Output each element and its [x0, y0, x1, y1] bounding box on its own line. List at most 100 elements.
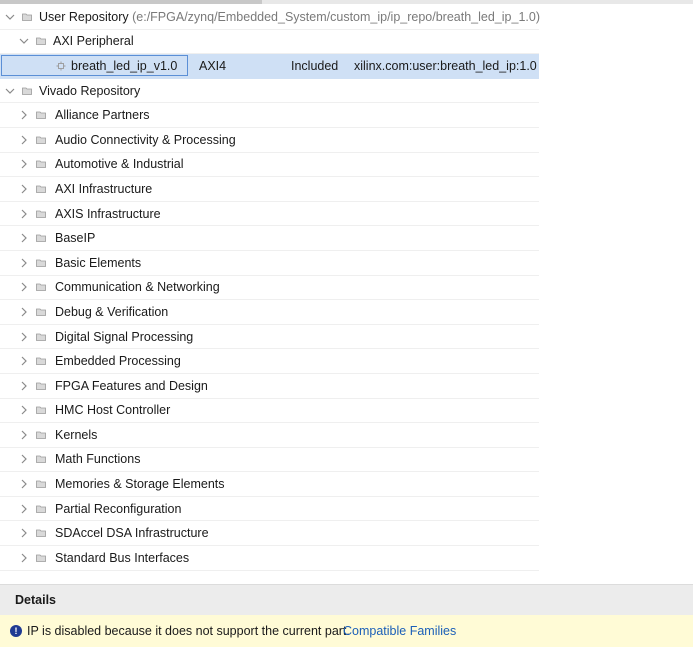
folder-icon: [36, 111, 46, 120]
folder-icon: [36, 37, 46, 46]
tree-row-breath-led-ip[interactable]: breath_led_ip_v1.0 AXI4 Included xilinx.…: [0, 54, 539, 79]
category-label: Embedded Processing: [55, 354, 181, 369]
user-repository-path: (e:/FPGA/zynq/Embedded_System/custom_ip/…: [132, 9, 540, 24]
tree-row-category[interactable]: Communication & Networking: [0, 276, 539, 301]
chevron-right-icon[interactable]: [18, 380, 30, 392]
compatible-families-link[interactable]: Compatible Families: [343, 624, 456, 638]
category-label: Partial Reconfiguration: [55, 501, 182, 516]
chevron-down-icon[interactable]: [4, 85, 16, 97]
folder-icon: [36, 333, 46, 341]
folder-icon: [36, 308, 46, 316]
category-label: Kernels: [55, 427, 98, 442]
category-label: Audio Connectivity & Processing: [55, 132, 236, 147]
folder-icon: [22, 87, 32, 95]
category-label: Digital Signal Processing: [55, 329, 194, 344]
category-label: BaseIP: [55, 231, 96, 246]
folder-icon: [36, 136, 46, 144]
category-label: SDAccel DSA Infrastructure: [55, 526, 209, 541]
tree-row-category[interactable]: Alliance Partners: [0, 103, 539, 128]
chevron-down-icon[interactable]: [4, 11, 16, 23]
tree-row-category[interactable]: Debug & Verification: [0, 300, 539, 325]
header-column-segment: [0, 0, 262, 4]
folder-icon: [36, 185, 46, 193]
category-label: Communication & Networking: [55, 280, 220, 295]
folder-icon: [36, 456, 46, 464]
chevron-right-icon[interactable]: [18, 503, 30, 515]
ip-status: Included: [291, 58, 339, 73]
category-label: Automotive & Industrial: [55, 157, 184, 172]
tree-row-category[interactable]: Math Functions: [0, 448, 539, 473]
chevron-right-icon[interactable]: [18, 527, 30, 539]
tree-row-category[interactable]: BaseIP: [0, 226, 539, 251]
chevron-right-icon[interactable]: [18, 331, 30, 343]
folder-icon: [22, 13, 32, 21]
tree-row-category[interactable]: AXIS Infrastructure: [0, 202, 539, 227]
details-message-bar: ! IP is disabled because it does not sup…: [0, 615, 693, 647]
category-label: Memories & Storage Elements: [55, 477, 225, 492]
details-panel-header: Details: [0, 584, 693, 615]
tree-row-category[interactable]: Digital Signal Processing: [0, 325, 539, 350]
tree-row-category[interactable]: Automotive & Industrial: [0, 153, 539, 178]
category-label: FPGA Features and Design: [55, 378, 208, 393]
tree-row-vivado-repository[interactable]: Vivado Repository: [0, 79, 539, 104]
ip-vlnv: xilinx.com:user:breath_led_ip:1.0: [354, 58, 537, 73]
vivado-repository-label: Vivado Repository: [39, 83, 141, 98]
category-label: AXI Infrastructure: [55, 181, 153, 196]
user-repository-label: User Repository: [39, 9, 129, 24]
tree-row-category[interactable]: Memories & Storage Elements: [0, 472, 539, 497]
category-label: Math Functions: [55, 452, 141, 467]
chevron-down-icon[interactable]: [18, 35, 30, 47]
ip-catalog-tree: User Repository (e:/FPGA/zynq/Embedded_S…: [0, 5, 540, 571]
ip-name: breath_led_ip_v1.0: [71, 58, 178, 73]
chevron-right-icon[interactable]: [18, 478, 30, 490]
tree-row-category[interactable]: Embedded Processing: [0, 349, 539, 374]
folder-icon: [36, 505, 46, 513]
folder-icon: [36, 480, 46, 488]
tree-row-category[interactable]: AXI Infrastructure: [0, 177, 539, 202]
chevron-right-icon[interactable]: [18, 552, 30, 564]
folder-icon: [36, 259, 46, 267]
chevron-right-icon[interactable]: [18, 158, 30, 170]
chevron-right-icon[interactable]: [18, 404, 30, 416]
tree-row-category[interactable]: SDAccel DSA Infrastructure: [0, 521, 539, 547]
ip-interface: AXI4: [199, 58, 227, 73]
category-label: Basic Elements: [55, 255, 142, 270]
folder-icon: [36, 234, 46, 243]
chevron-right-icon[interactable]: [18, 232, 30, 244]
tree-row-category[interactable]: HMC Host Controller: [0, 399, 539, 424]
category-label: Debug & Verification: [55, 304, 169, 319]
axi-peripheral-label: AXI Peripheral: [53, 34, 134, 49]
chevron-right-icon[interactable]: [18, 306, 30, 318]
details-title: Details: [15, 593, 56, 607]
tree-row-category[interactable]: Kernels: [0, 423, 539, 448]
tree-row-user-repository[interactable]: User Repository (e:/FPGA/zynq/Embedded_S…: [0, 5, 540, 30]
folder-icon: [36, 406, 46, 415]
vivado-category-list: Alliance Partners Audio Connectivity & Pr…: [0, 103, 539, 571]
category-label: Alliance Partners: [55, 108, 150, 123]
chevron-right-icon[interactable]: [18, 109, 30, 121]
chevron-right-icon[interactable]: [18, 208, 30, 220]
chevron-right-icon[interactable]: [18, 429, 30, 441]
folder-icon: [36, 160, 46, 169]
tree-row-category[interactable]: FPGA Features and Design: [0, 374, 539, 399]
ip-block-icon: [56, 61, 66, 71]
chevron-right-icon[interactable]: [18, 281, 30, 293]
folder-icon: [36, 529, 46, 538]
tree-row-category[interactable]: Basic Elements: [0, 251, 539, 276]
chevron-right-icon[interactable]: [18, 453, 30, 465]
chevron-right-icon[interactable]: [18, 134, 30, 146]
tree-row-category[interactable]: Audio Connectivity & Processing: [0, 128, 539, 153]
chevron-right-icon[interactable]: [18, 355, 30, 367]
folder-icon: [36, 382, 46, 390]
chevron-right-icon[interactable]: [18, 257, 30, 269]
tree-row-category[interactable]: Standard Bus Interfaces: [0, 546, 539, 571]
info-circle-icon: !: [10, 625, 22, 637]
tree-row-category[interactable]: Partial Reconfiguration: [0, 497, 539, 522]
tree-row-axi-peripheral[interactable]: AXI Peripheral: [0, 30, 539, 55]
chevron-right-icon[interactable]: [18, 183, 30, 195]
category-label: HMC Host Controller: [55, 403, 171, 418]
folder-icon: [36, 357, 46, 366]
details-message: IP is disabled because it does not suppo…: [27, 624, 350, 638]
folder-icon: [36, 554, 46, 562]
folder-icon: [36, 431, 46, 439]
